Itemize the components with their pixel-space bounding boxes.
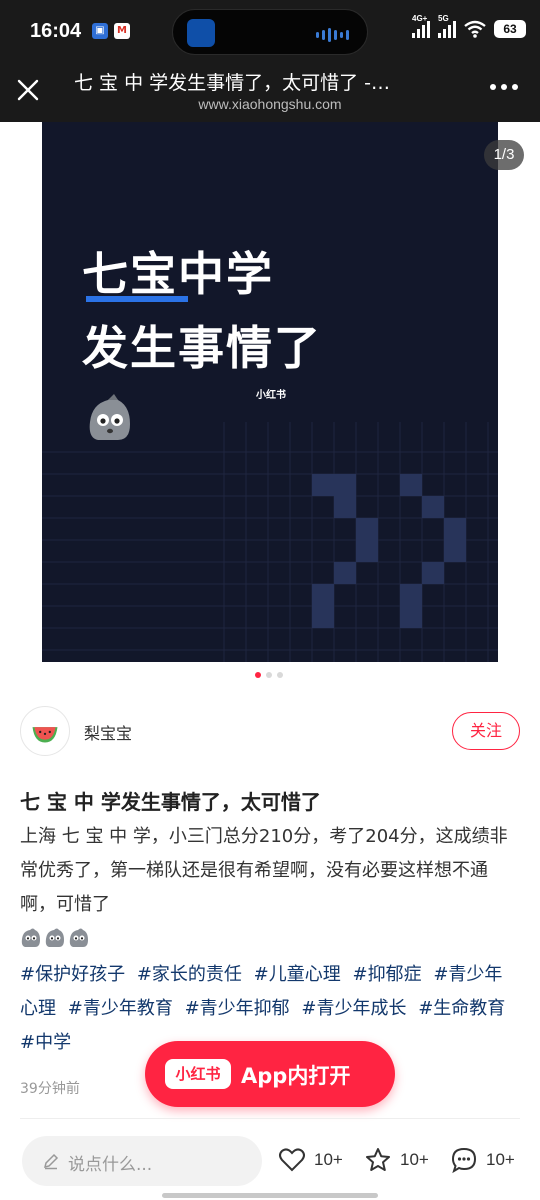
hashtag-link[interactable]: #中学 (20, 1032, 71, 1053)
now-playing-thumbnail (187, 19, 215, 47)
signal-4g-icon: 4G+ (412, 14, 430, 38)
mail-icon: M (114, 23, 130, 39)
open-in-app-button[interactable]: 小红书 App内打开 (145, 1041, 395, 1107)
image-carousel[interactable]: 七宝中学 发生事情了 小红书 1/3 (0, 122, 540, 662)
author-row: 梨宝宝 关注 (20, 706, 520, 758)
author-name[interactable]: 梨宝宝 (84, 720, 132, 744)
carousel-dot[interactable] (266, 672, 272, 678)
note-title: 七 宝 中 学发生事情了，太可惜了 (20, 790, 321, 814)
carousel-dots (255, 672, 283, 678)
xiaohongshu-logo: 小红书 (165, 1059, 231, 1089)
comment-placeholder: 说点什么... (68, 1155, 153, 1175)
more-options-icon[interactable] (490, 84, 518, 90)
sad-face-emoji-icon (69, 928, 88, 947)
hashtag-link[interactable]: #青少年抑郁 (185, 998, 290, 1019)
note-body: 上海 七 宝 中 学，小三门总分210分，考了204分，这成绩非常优秀了，第一梯… (20, 826, 508, 915)
dynamic-island (172, 9, 368, 55)
network-label-5g: 5G (438, 14, 449, 23)
heart-icon (279, 1148, 305, 1172)
slide-headline-line2: 发生事情了 (82, 321, 322, 375)
comment-bubble-icon (451, 1147, 477, 1174)
status-app-icons: ▣ M (92, 23, 130, 39)
battery-indicator: 63 (494, 20, 526, 38)
follow-button[interactable]: 关注 (452, 712, 520, 750)
slide-highlight-underline (86, 296, 188, 302)
collect-count: 10+ (400, 1150, 429, 1169)
status-time: 16:04 (30, 20, 82, 42)
wifi-icon (464, 20, 486, 38)
comment-count: 10+ (486, 1150, 515, 1169)
collect-button[interactable]: 10+ (364, 1146, 429, 1174)
sad-face-emoji-icon (21, 928, 40, 947)
page-counter-badge: 1/3 (484, 140, 524, 170)
pencil-icon (43, 1153, 59, 1170)
home-indicator[interactable] (162, 1193, 378, 1198)
status-bar: 16:04 ▣ M 4G+ 5G 63 (0, 0, 540, 60)
page-title: 七 宝 中 学发生事情了，太可惜了 -… (74, 72, 391, 94)
hashtag-link[interactable]: #抑郁症 (352, 964, 421, 985)
like-button[interactable]: 10+ (278, 1146, 343, 1174)
signal-5g-icon: 5G (438, 14, 456, 38)
hashtag-link[interactable]: #青少年成长 (301, 998, 406, 1019)
avatar[interactable] (20, 706, 70, 756)
open-in-app-label: App内打开 (241, 1064, 351, 1088)
notification-app-icon: ▣ (92, 23, 108, 39)
star-icon (366, 1148, 390, 1171)
status-indicators: 4G+ 5G 63 (412, 14, 526, 38)
hashtag-link[interactable]: #家长的责任 (137, 964, 242, 985)
carousel-dot[interactable] (277, 672, 283, 678)
hashtag-link[interactable]: #儿童心理 (254, 964, 341, 985)
divider (20, 1118, 520, 1119)
browser-title-bar: 七 宝 中 学发生事情了，太可惜了 -… www.xiaohongshu.com (0, 60, 540, 122)
post-timestamp: 39分钟前 (20, 1081, 80, 1097)
hashtag-link[interactable]: #青少年教育 (68, 998, 173, 1019)
audio-wave-icon (316, 28, 349, 42)
carousel-dot-active[interactable] (255, 672, 261, 678)
emoji-row (20, 926, 90, 948)
slide-watermark: 小红书 (256, 390, 286, 401)
like-count: 10+ (314, 1150, 343, 1169)
sad-face-emoji-icon (89, 394, 130, 440)
page-url: www.xiaohongshu.com (198, 96, 342, 112)
comment-input[interactable]: 说点什么... (22, 1136, 262, 1186)
hashtag-link[interactable]: #保护好孩子 (20, 964, 125, 985)
comment-button[interactable]: 10+ (450, 1146, 515, 1174)
network-label-4g: 4G+ (412, 14, 428, 23)
hashtag-link[interactable]: #生命教育 (418, 998, 505, 1019)
sad-face-emoji-icon (45, 928, 64, 947)
carousel-slide[interactable]: 七宝中学 发生事情了 小红书 (42, 122, 498, 662)
slide-headline-line1: 七宝中学 (82, 247, 274, 301)
